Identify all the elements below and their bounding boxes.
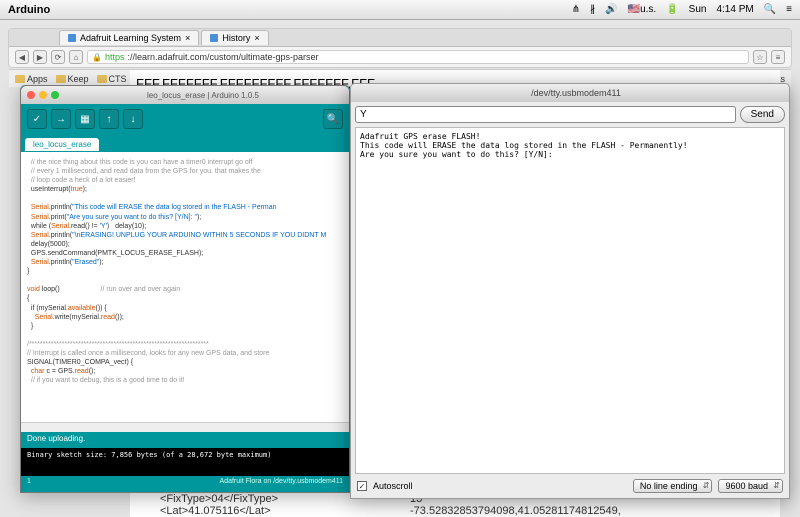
menubar-day[interactable]: Sun xyxy=(689,4,707,15)
close-icon[interactable] xyxy=(27,91,35,99)
folder-icon xyxy=(15,75,25,83)
line-ending-select[interactable]: No line ending xyxy=(633,479,713,493)
window-title: /dev/tty.usbmodem411 xyxy=(369,88,783,98)
favicon-icon xyxy=(68,34,76,42)
tab-close-icon[interactable]: × xyxy=(185,33,190,43)
bg-text: <FixType>04</FixType> xyxy=(160,493,278,505)
serial-input-row: Send xyxy=(351,102,789,127)
battery-icon[interactable]: 🔋 xyxy=(666,4,678,15)
minimize-icon[interactable] xyxy=(39,91,47,99)
reload-button[interactable]: ⟳ xyxy=(51,50,65,64)
arduino-tabbar: leo_locus_erase xyxy=(21,134,349,152)
bookmark-star-icon[interactable]: ☆ xyxy=(753,50,767,64)
spotlight-icon[interactable]: 🔍 xyxy=(764,4,776,15)
baud-select[interactable]: 9600 baud xyxy=(718,479,783,493)
home-button[interactable]: ⌂ xyxy=(69,50,83,64)
serial-output[interactable]: Adafruit GPS erase FLASH! This code will… xyxy=(355,127,785,474)
autoscroll-label: Autoscroll xyxy=(373,481,413,491)
open-button[interactable]: ↑ xyxy=(99,109,119,129)
url-protocol: https xyxy=(105,52,125,62)
horizontal-scrollbar[interactable] xyxy=(21,422,349,432)
back-button[interactable]: ◀ xyxy=(15,50,29,64)
code-tab[interactable]: leo_locus_erase xyxy=(25,138,99,151)
autoscroll-checkbox[interactable]: ✓ xyxy=(357,481,367,491)
keyboard-locale[interactable]: 🇺🇸 u.s. xyxy=(628,4,657,15)
menubar-app-name[interactable]: Arduino xyxy=(8,4,50,16)
bookmark-item[interactable]: Keep xyxy=(56,74,89,84)
chrome-browser-window: Adafruit Learning System × History × ◀ ▶ ⟳… xyxy=(8,28,792,68)
save-button[interactable]: ↓ xyxy=(123,109,143,129)
serial-input[interactable] xyxy=(355,106,736,123)
arduino-status: Done uploading. xyxy=(21,432,349,448)
serial-monitor-button[interactable]: 🔍 xyxy=(323,109,343,129)
browser-tabs: Adafruit Learning System × History × xyxy=(9,29,791,47)
serial-titlebar[interactable]: /dev/tty.usbmodem411 xyxy=(351,84,789,102)
serial-bottom-bar: ✓ Autoscroll No line ending 9600 baud xyxy=(351,474,789,498)
arduino-toolbar: ✓ → ▦ ↑ ↓ 🔍 xyxy=(21,104,349,134)
browser-address-bar: ◀ ▶ ⟳ ⌂ 🔒 https://learn.adafruit.com/cus… xyxy=(9,47,791,67)
lock-icon: 🔒 xyxy=(92,53,102,62)
url-field[interactable]: 🔒 https://learn.adafruit.com/custom/ulti… xyxy=(87,50,749,64)
menubar-status: ⋔ ∦ 🔊 🇺🇸 u.s. 🔋 Sun 4:14 PM 🔍 ≡ xyxy=(572,4,792,15)
serial-monitor-window: /dev/tty.usbmodem411 Send Adafruit GPS e… xyxy=(350,83,790,499)
tab-label: Adafruit Learning System xyxy=(80,33,181,43)
folder-icon xyxy=(56,75,66,83)
verify-button[interactable]: ✓ xyxy=(27,109,47,129)
send-button[interactable]: Send xyxy=(740,106,785,123)
window-title: leo_locus_erase | Arduino 1.0.5 xyxy=(63,91,343,100)
line-number: 1 xyxy=(27,478,31,490)
upload-button[interactable]: → xyxy=(51,109,71,129)
arduino-ide-window: leo_locus_erase | Arduino 1.0.5 ✓ → ▦ ↑ … xyxy=(20,85,350,493)
board-port: Adafruit Flora on /dev/tty.usbmodem411 xyxy=(220,478,343,490)
mac-menubar: Arduino ⋔ ∦ 🔊 🇺🇸 u.s. 🔋 Sun 4:14 PM 🔍 ≡ xyxy=(0,0,800,20)
bookmark-item[interactable]: Apps xyxy=(15,74,48,84)
favicon-icon xyxy=(210,34,218,42)
volume-icon[interactable]: 🔊 xyxy=(605,4,617,15)
menubar-time[interactable]: 4:14 PM xyxy=(716,4,753,15)
code-editor[interactable]: // the nice thing about this code is you… xyxy=(21,152,349,422)
forward-button[interactable]: ▶ xyxy=(33,50,47,64)
url-text: ://learn.adafruit.com/custom/ultimate-gp… xyxy=(127,52,318,62)
browser-tab[interactable]: History × xyxy=(201,30,268,45)
tab-label: History xyxy=(222,33,250,43)
notification-icon[interactable]: ≡ xyxy=(786,4,792,15)
bluetooth-icon[interactable]: ∦ xyxy=(590,4,595,15)
menu-icon[interactable]: ≡ xyxy=(771,50,785,64)
folder-icon xyxy=(97,75,107,83)
bg-text: <Lat>41.075116</Lat> xyxy=(160,505,278,517)
tab-close-icon[interactable]: × xyxy=(254,33,259,43)
browser-tab[interactable]: Adafruit Learning System × xyxy=(59,30,199,45)
arduino-titlebar[interactable]: leo_locus_erase | Arduino 1.0.5 xyxy=(21,86,349,104)
zoom-icon[interactable] xyxy=(51,91,59,99)
arduino-footer: 1 Adafruit Flora on /dev/tty.usbmodem411 xyxy=(21,476,349,492)
wifi-icon[interactable]: ⋔ xyxy=(572,4,580,15)
new-button[interactable]: ▦ xyxy=(75,109,95,129)
bookmark-item[interactable]: CTS xyxy=(97,74,127,84)
arduino-console: Binary sketch size: 7,856 bytes (of a 28… xyxy=(21,448,349,476)
